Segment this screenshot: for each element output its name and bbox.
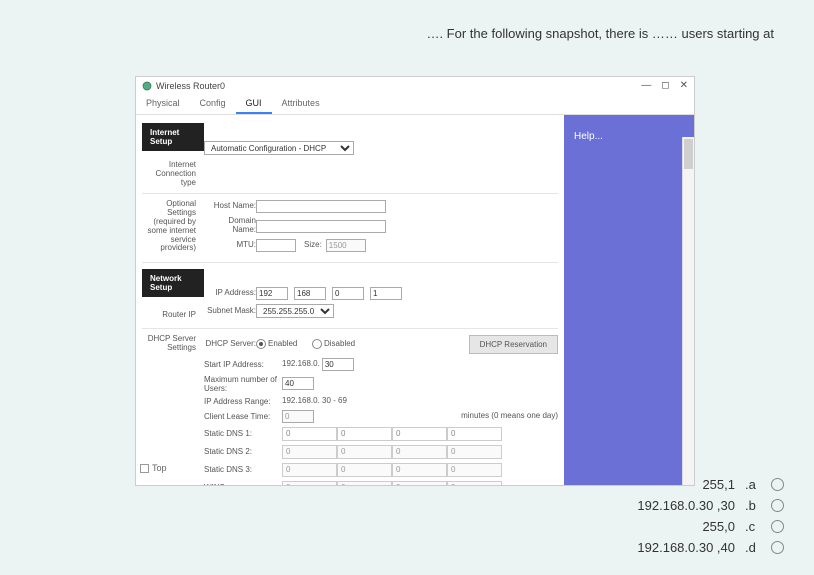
minimize-button[interactable]: —: [641, 80, 651, 91]
answer-c[interactable]: 255,0.c: [637, 519, 784, 534]
connection-type-select[interactable]: Automatic Configuration - DHCP: [204, 141, 354, 155]
dns1-2[interactable]: [337, 427, 392, 441]
answer-b[interactable]: 192.168.0.30 ,30.b: [637, 498, 784, 513]
ip-octet-4[interactable]: [370, 287, 402, 300]
dns1-label: Static DNS 1:: [204, 429, 282, 438]
ip-range-label: IP Address Range:: [204, 397, 282, 406]
host-name-label: Host Name:: [204, 202, 256, 211]
start-ip-input[interactable]: [322, 358, 354, 371]
ip-address-label: IP Address:: [204, 289, 256, 298]
domain-name-input[interactable]: [256, 220, 386, 233]
dhcp-enabled-radio[interactable]: [256, 339, 266, 349]
wins-4: [447, 481, 502, 485]
titlebar: Wireless Router0 — ◻ ✕: [136, 77, 694, 94]
tab-physical[interactable]: Physical: [136, 94, 190, 114]
dns2-4: [447, 445, 502, 459]
help-link[interactable]: Help...: [574, 131, 603, 142]
mtu-input[interactable]: [256, 239, 296, 252]
subnet-mask-select[interactable]: 255.255.255.0: [256, 304, 334, 318]
answer-options: 255,1.a 192.168.0.30 ,30.b 255,0.c 192.1…: [637, 477, 784, 561]
mtu-label: MTU:: [204, 241, 256, 250]
dns1-row[interactable]: [282, 427, 502, 441]
max-users-label: Maximum number of Users:: [204, 375, 282, 393]
wins-label: WINS:: [204, 483, 282, 485]
start-ip-label: Start IP Address:: [204, 360, 282, 369]
dns2-2: [337, 445, 392, 459]
optional-settings-label: Optional Settings (required by some inte…: [142, 200, 200, 240]
ip-range-value: 192.168.0. 30 - 69: [282, 397, 347, 406]
max-users-input[interactable]: [282, 377, 314, 390]
router-window: Wireless Router0 — ◻ ✕ Physical Config G…: [135, 76, 695, 486]
ip-octet-2[interactable]: [294, 287, 326, 300]
checkbox-icon[interactable]: [140, 464, 149, 473]
dns1-3[interactable]: [392, 427, 447, 441]
answer-a[interactable]: 255,1.a: [637, 477, 784, 492]
window-title: Wireless Router0: [156, 81, 225, 91]
scroll-thumb[interactable]: [684, 139, 693, 169]
dns2-label: Static DNS 2:: [204, 447, 282, 456]
scrollbar[interactable]: [682, 137, 694, 485]
wins-2: [337, 481, 392, 485]
dns2-row[interactable]: [282, 445, 502, 459]
radio-c[interactable]: [771, 520, 784, 533]
app-icon: [142, 81, 152, 91]
router-ip-label: Router IP: [142, 311, 200, 320]
ip-octet-1[interactable]: [256, 287, 288, 300]
internet-setup-header: Internet Setup: [142, 123, 204, 151]
top-checkbox-label: Top: [152, 463, 167, 473]
lease-hint: minutes (0 means one day): [461, 412, 558, 421]
lease-time-input[interactable]: [282, 410, 314, 423]
dhcp-reservation-button[interactable]: DHCP Reservation: [469, 335, 558, 354]
question-text: …. For the following snapshot, there is …: [0, 26, 774, 41]
dns1-4[interactable]: [447, 427, 502, 441]
help-panel: Help...: [564, 115, 694, 485]
tab-attributes[interactable]: Attributes: [272, 94, 330, 114]
radio-b[interactable]: [771, 499, 784, 512]
size-label: Size:: [304, 241, 322, 250]
start-ip-prefix: 192.168.0.: [282, 360, 320, 369]
dns3-2: [337, 463, 392, 477]
size-value: [326, 239, 366, 252]
dns3-1: [282, 463, 337, 477]
radio-a[interactable]: [771, 478, 784, 491]
answer-d[interactable]: 192.168.0.30 ,40.d: [637, 540, 784, 555]
enabled-label: Enabled: [268, 340, 312, 349]
lease-time-label: Client Lease Time:: [204, 412, 282, 421]
dns3-4: [447, 463, 502, 477]
wins-3: [392, 481, 447, 485]
dns1-1[interactable]: [282, 427, 337, 441]
radio-d[interactable]: [771, 541, 784, 554]
dhcp-settings-label: DHCP Server Settings: [142, 335, 200, 361]
tab-config[interactable]: Config: [190, 94, 236, 114]
domain-name-label: Domain Name:: [204, 217, 256, 235]
dns3-label: Static DNS 3:: [204, 465, 282, 474]
close-button[interactable]: ✕: [680, 80, 688, 91]
disabled-label: Disabled: [324, 340, 368, 349]
top-checkbox[interactable]: Top: [140, 463, 167, 473]
tab-bar: Physical Config GUI Attributes: [136, 94, 694, 115]
connection-type-label: Internet Connection type: [142, 161, 200, 187]
dhcp-disabled-radio[interactable]: [312, 339, 322, 349]
host-name-input[interactable]: [256, 200, 386, 213]
tab-gui[interactable]: GUI: [236, 94, 272, 114]
subnet-mask-label: Subnet Mask:: [204, 307, 256, 316]
wins-1: [282, 481, 337, 485]
dns2-1: [282, 445, 337, 459]
maximize-button[interactable]: ◻: [661, 80, 669, 91]
ip-octet-3[interactable]: [332, 287, 364, 300]
dns3-3: [392, 463, 447, 477]
network-setup-header: Network Setup: [142, 269, 204, 297]
dhcp-server-label: DHCP Server:: [204, 340, 256, 349]
dns2-3: [392, 445, 447, 459]
wins-row[interactable]: [282, 481, 502, 485]
dns3-row[interactable]: [282, 463, 502, 477]
main-panel: Internet Setup Internet Connection type …: [136, 115, 564, 485]
